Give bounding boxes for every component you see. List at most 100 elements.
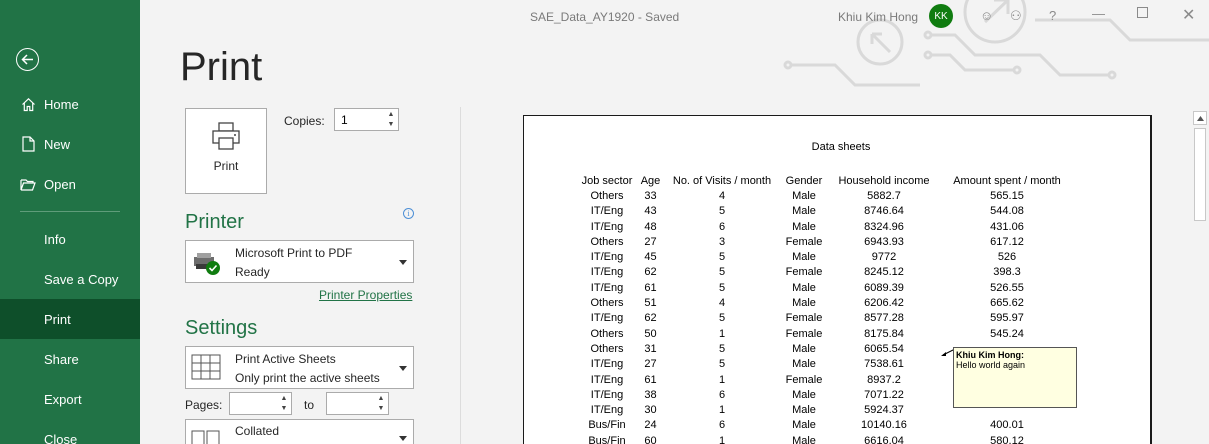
nav-close[interactable]: Close [0,419,140,444]
pages-to-input[interactable] [327,393,375,414]
column-header: Age [640,174,661,187]
pages-to-stepper[interactable]: ▲ ▼ [326,392,389,415]
nav-export-label: Export [44,391,82,407]
printer-dropdown[interactable]: Microsoft Print to PDF Ready [185,240,414,283]
nav-new[interactable]: New [0,124,140,164]
table-cell: 60 [644,434,657,444]
nav-share[interactable]: Share [0,339,140,379]
table-cell: Others [590,235,624,248]
pages-to-down-icon[interactable]: ▼ [375,404,387,414]
printer-name: Microsoft Print to PDF [235,246,353,260]
table-cell: 8175.84 [864,327,904,340]
table-cell: 6 [718,419,726,432]
feedback-smiley-icon[interactable]: ☺ [980,8,993,23]
comment-text: Hello world again [956,360,1026,370]
table-cell: Male [792,190,816,202]
table-cell: 4 [718,297,726,310]
chevron-down-icon [399,436,407,441]
nav-save-a-copy[interactable]: Save a Copy [0,259,140,299]
info-icon[interactable]: i [403,208,414,219]
avatar[interactable]: KK [929,4,953,28]
table-header-row: Job sector Age No. of Visits / month Gen… [579,172,1076,189]
table-row: IT/Eng 62 5 Female 8245.12 398.3 [579,265,1076,280]
preview-scrollbar[interactable] [1192,110,1209,444]
table-cell: Male [792,205,816,218]
table-cell: 62 [644,266,657,279]
nav-print-label: Print [44,311,71,327]
table-cell: IT/Eng [590,404,624,417]
nav-new-label: New [44,136,71,152]
table-cell: IT/Eng [590,220,624,233]
coauthor-icon[interactable]: ⚇ [1010,8,1022,24]
chevron-down-icon [399,260,407,265]
copies-up-icon[interactable]: ▲ [385,110,397,120]
table-cell: 398.3 [993,266,1021,279]
table-cell: 5 [718,205,726,218]
page-title: Print [180,45,263,89]
maximize-icon[interactable] [1137,7,1148,18]
nav-home[interactable]: Home [0,84,140,124]
nav-info-label: Info [44,231,66,247]
table-cell: 3 [718,235,726,248]
table-cell: Male [792,388,816,401]
table-cell: 1 [718,327,726,340]
scrollbar-thumb[interactable] [1194,128,1206,221]
copies-stepper[interactable]: ▲ ▼ [334,108,399,131]
collation-dropdown[interactable]: Collated [185,419,414,444]
table-cell: 5 [718,266,726,279]
print-button[interactable]: Print [185,108,267,194]
table-row: Bus/Fin 24 6 Male 10140.16 400.01 [579,418,1076,433]
table-cell: 565.15 [990,190,1024,202]
chevron-down-icon [399,366,407,371]
table-cell: 595.97 [990,312,1024,325]
table-cell: 6943.93 [864,235,904,248]
scroll-up-icon[interactable] [1193,111,1207,125]
nav-close-label: Close [44,431,78,444]
table-cell: Others [590,342,624,355]
collation-option: Collated [235,424,280,438]
minimize-icon[interactable]: — [1092,6,1105,21]
copies-down-icon[interactable]: ▼ [385,120,397,130]
printer-ready-icon [194,253,220,275]
table-cell: 61 [644,373,657,386]
table-cell: 617.12 [990,235,1024,248]
table-row: Bus/Fin 60 1 Male 6616.04 580.12 [579,434,1076,444]
table-cell: IT/Eng [590,388,624,401]
pages-to-label: to [304,398,315,412]
table-cell: 8245.12 [864,266,904,279]
table-cell: 545.24 [990,327,1024,340]
back-button[interactable] [16,48,39,71]
table-cell: 8937.2 [867,373,901,386]
account-name[interactable]: Khiu Kim Hong [838,10,918,24]
pages-to-up-icon[interactable]: ▲ [375,394,387,404]
nav-open[interactable]: Open [0,164,140,204]
table-cell: 27 [644,235,657,248]
help-icon[interactable]: ? [1049,8,1056,23]
table-row: IT/Eng 61 5 Male 6089.39 526.55 [579,281,1076,296]
new-document-icon [20,136,36,152]
table-cell: Male [792,251,816,264]
settings-heading: Settings [185,317,258,339]
table-cell: Male [792,342,816,355]
copies-input[interactable] [335,109,381,130]
column-header: Gender [785,174,823,187]
pages-from-up-icon[interactable]: ▲ [278,394,290,404]
nav-print[interactable]: Print [0,299,140,339]
pages-from-down-icon[interactable]: ▼ [278,404,290,414]
pages-from-input[interactable] [230,393,278,414]
pages-from-stepper[interactable]: ▲ ▼ [229,392,292,415]
print-what-dropdown[interactable]: Print Active Sheets Only print the activ… [185,346,414,389]
table-cell: 526.55 [990,281,1024,294]
printer-properties-link[interactable]: Printer Properties [319,288,412,302]
table-cell: 7071.22 [864,388,904,401]
nav-share-label: Share [44,351,79,367]
table-cell: 9772 [871,251,897,264]
table-cell: IT/Eng [590,358,624,371]
nav-export[interactable]: Export [0,379,140,419]
nav-info[interactable]: Info [0,219,140,259]
table-cell: Female [785,266,823,279]
open-folder-icon [20,178,36,191]
back-arrow-icon [21,54,33,65]
close-window-icon[interactable]: ✕ [1182,5,1195,25]
document-title: SAE_Data_AY1920 - Saved [530,10,680,24]
